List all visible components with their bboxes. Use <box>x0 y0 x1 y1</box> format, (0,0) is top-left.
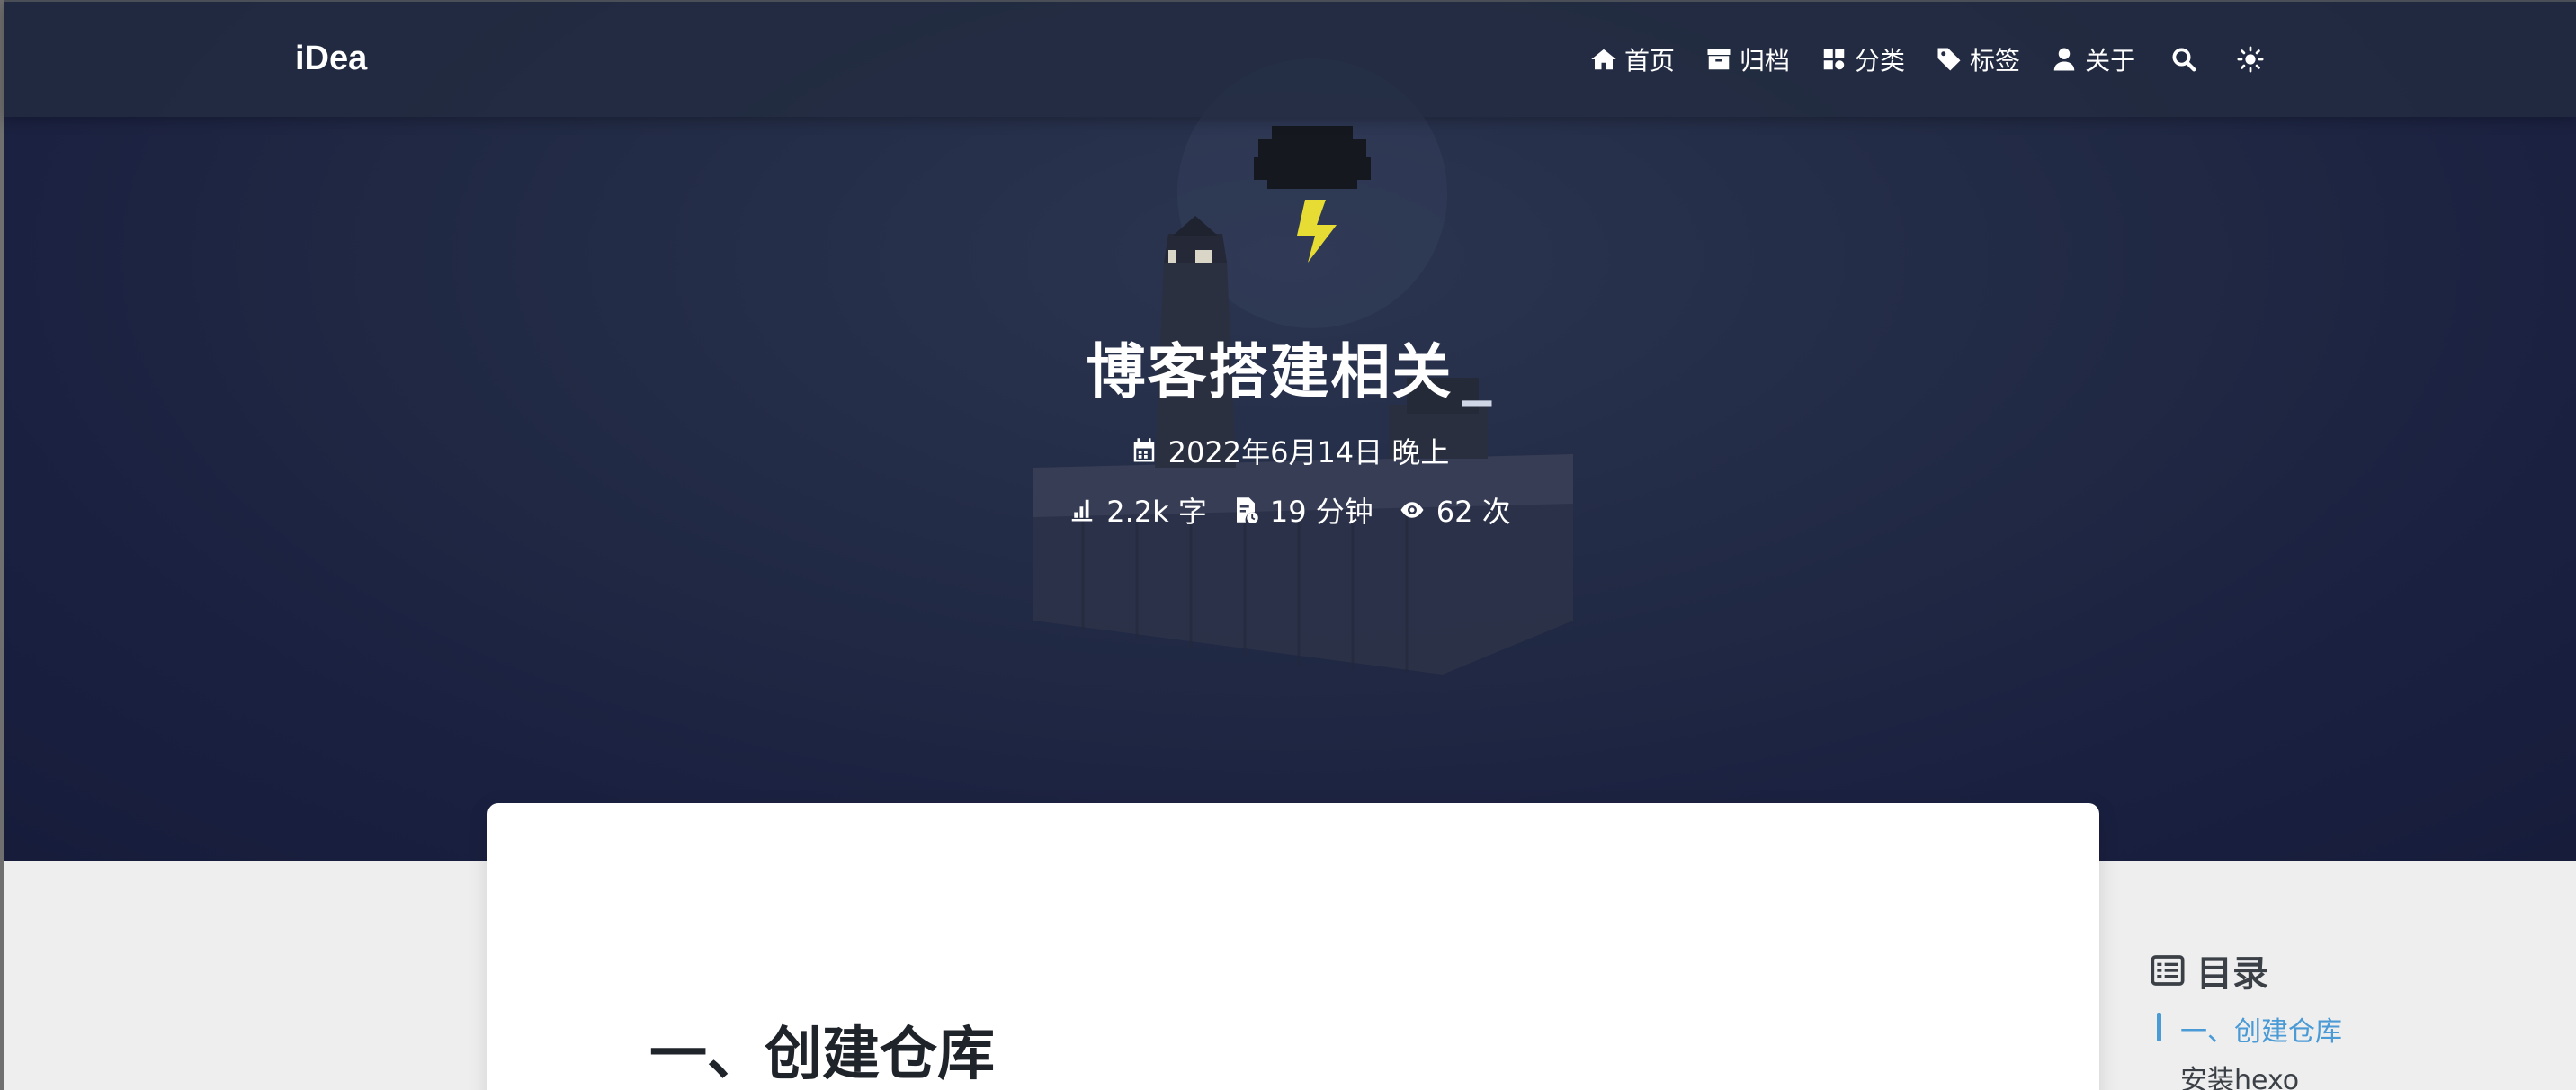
article-heading: 一、创建仓库 <box>649 1022 995 1088</box>
post-word-count: 2.2k 字 <box>1069 489 1207 531</box>
tag-icon <box>1937 48 1961 71</box>
site-brand[interactable]: iDea <box>295 40 367 78</box>
home-icon <box>1591 49 1616 70</box>
list-icon <box>2151 955 2185 986</box>
post-views: 62 次 <box>1399 489 1511 531</box>
table-of-contents: 目录 一、创建仓库 安装hexo <box>2150 944 2342 1090</box>
sun-icon <box>2237 46 2264 73</box>
post-title-text: 博客搭建相关 <box>1086 337 1453 407</box>
post-date: 2022年6月14日 晚上 <box>1131 430 1450 471</box>
nav-item-about[interactable]: 关于 <box>2051 41 2135 77</box>
category-icon <box>1823 49 1845 70</box>
search-button[interactable] <box>2166 41 2202 77</box>
nav-item-label: 关于 <box>2085 46 2136 76</box>
post-meta-stats: 2.2k 字 19 分钟 62 次 <box>4 489 2576 531</box>
toc-title: 目录 <box>2196 953 2268 995</box>
read-time-text: 19 分钟 <box>1269 495 1373 529</box>
eye-icon <box>1400 502 1424 518</box>
archive-icon <box>1707 49 1731 70</box>
toc-item-create-repo[interactable]: 一、创建仓库 <box>2150 1009 2342 1049</box>
toc-header: 目录 <box>2150 944 2342 996</box>
file-clock-icon <box>1236 497 1258 523</box>
nav-item-category[interactable]: 分类 <box>1820 41 1905 77</box>
search-icon <box>2172 48 2196 72</box>
typing-cursor: _ <box>1462 337 1494 407</box>
post-title: 博客搭建相关 _ <box>4 324 2576 410</box>
article-card: 一、创建仓库 <box>487 803 2099 1090</box>
nav-item-label: 分类 <box>1855 46 1906 76</box>
nav-item-home[interactable]: 首页 <box>1590 41 1675 77</box>
calendar-icon <box>1133 438 1154 462</box>
nav-item-label: 标签 <box>1970 46 2021 76</box>
word-count-text: 2.2k 字 <box>1106 495 1207 529</box>
views-text: 62 次 <box>1436 495 1511 529</box>
post-header: 博客搭建相关 _ 2022年6月14日 晚上 2.2k 字 19 分钟 62 次 <box>4 324 2576 531</box>
nav-menu: 首页 归档 分类 标签 关于 <box>1590 41 2268 77</box>
theme-toggle-button[interactable] <box>2232 41 2268 77</box>
nav-item-label: 首页 <box>1624 46 1676 76</box>
user-icon <box>2053 48 2075 71</box>
post-date-text: 2022年6月14日 晚上 <box>1167 435 1450 469</box>
chart-bar-icon <box>1072 499 1093 522</box>
nav-item-label: 归档 <box>1740 46 1791 76</box>
nav-item-tags[interactable]: 标签 <box>1936 41 2020 77</box>
post-meta-date: 2022年6月14日 晚上 <box>4 430 2576 471</box>
top-navbar: iDea 首页 归档 分类 标签 关于 <box>4 0 2576 117</box>
nav-item-archive[interactable]: 归档 <box>1705 41 1790 77</box>
toc-item-install-hexo[interactable]: 安装hexo <box>2150 1058 2342 1090</box>
post-read-time: 19 分钟 <box>1232 489 1373 531</box>
